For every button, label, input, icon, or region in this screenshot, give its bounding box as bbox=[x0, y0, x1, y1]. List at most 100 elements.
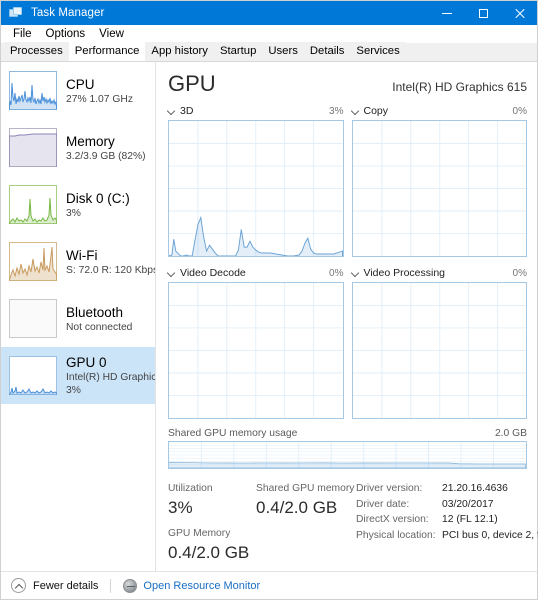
tab-startup[interactable]: Startup bbox=[213, 42, 263, 61]
directx-version-value: 12 (FL 12.1) bbox=[442, 514, 498, 525]
chevron-down-icon[interactable] bbox=[352, 107, 360, 115]
sidebar-item-bluetooth[interactable]: Bluetooth Not connected bbox=[1, 290, 155, 347]
graph-caption-copy[interactable]: Copy 0% bbox=[352, 104, 528, 118]
gpu-utilization: 3% bbox=[66, 385, 81, 396]
maximize-button[interactable] bbox=[465, 1, 501, 25]
driver-version-key: Driver version: bbox=[356, 483, 423, 494]
gpu-title: GPU 0 bbox=[66, 355, 107, 370]
tab-processes[interactable]: Processes bbox=[4, 42, 69, 61]
task-manager-icon bbox=[8, 5, 24, 21]
sidebar-item-wifi-text: Wi-Fi S: 72.0 R: 120 Kbps bbox=[66, 247, 155, 277]
content-area: CPU 27% 1.07 GHz Memory 3.2/3.9 GB (82%) bbox=[1, 62, 538, 571]
wifi-title: Wi-Fi bbox=[66, 247, 98, 263]
sidebar-item-disk-text: Disk 0 (C:) 3% bbox=[66, 190, 130, 220]
close-button[interactable] bbox=[501, 1, 537, 25]
graph-value-copy: 0% bbox=[512, 105, 527, 117]
graph-label-copy: Copy bbox=[363, 105, 389, 117]
directx-version-key: DirectX version: bbox=[356, 514, 429, 525]
chevron-down-icon[interactable] bbox=[352, 269, 360, 277]
tab-performance[interactable]: Performance bbox=[68, 42, 146, 61]
physical-location-value: PCI bus 0, device 2, functio... bbox=[442, 529, 538, 541]
graph-caption-3d[interactable]: 3D 3% bbox=[168, 104, 344, 118]
performance-sidebar: CPU 27% 1.07 GHz Memory 3.2/3.9 GB (82%) bbox=[1, 62, 156, 571]
tab-users[interactable]: Users bbox=[262, 42, 304, 61]
graph-value-3d: 3% bbox=[329, 105, 344, 117]
menu-options[interactable]: Options bbox=[39, 25, 93, 43]
graph-cell-video-processing: Video Processing 0% bbox=[351, 266, 528, 419]
utilization-label: Utilization bbox=[168, 483, 213, 494]
menu-bar: File Options View bbox=[1, 25, 537, 43]
graph-cell-3d: 3D 3% bbox=[168, 104, 344, 257]
gpu-memory-value: 0.4/2.0 GB bbox=[168, 543, 250, 562]
plot-3d bbox=[168, 120, 344, 257]
graph-value-video-decode: 0% bbox=[329, 267, 344, 279]
fewer-details-button[interactable]: Fewer details bbox=[11, 578, 98, 593]
disk-subtitle: 3% bbox=[66, 207, 81, 219]
wifi-subtitle: S: 72.0 R: 120 Kbps bbox=[66, 264, 155, 276]
driver-version-value: 21.20.16.4636 bbox=[442, 483, 508, 494]
sidebar-item-gpu[interactable]: GPU 0 Intel(R) HD Graphics 615 3% bbox=[1, 347, 155, 404]
open-resource-monitor-label: Open Resource Monitor bbox=[143, 579, 261, 592]
graph-value-video-processing: 0% bbox=[512, 267, 527, 279]
tab-services[interactable]: Services bbox=[350, 42, 406, 61]
sidebar-item-wifi[interactable]: Wi-Fi S: 72.0 R: 120 Kbps bbox=[1, 233, 155, 290]
panel-header: GPU Intel(R) HD Graphics 615 bbox=[168, 71, 527, 97]
open-resource-monitor-link[interactable]: Open Resource Monitor bbox=[123, 578, 261, 593]
bluetooth-title: Bluetooth bbox=[66, 304, 124, 320]
sidebar-item-memory-text: Memory 3.2/3.9 GB (82%) bbox=[66, 133, 146, 163]
tab-details[interactable]: Details bbox=[303, 42, 351, 61]
driver-date-key: Driver date: bbox=[356, 498, 410, 510]
chevron-down-icon[interactable] bbox=[168, 107, 176, 115]
plot-shared-memory bbox=[168, 441, 527, 469]
sidebar-item-disk[interactable]: Disk 0 (C:) 3% bbox=[1, 176, 155, 233]
shared-gpu-memory-label: Shared GPU memory bbox=[256, 483, 355, 494]
stats-column-left: Utilization 3% GPU Memory 0.4/2.0 GB bbox=[168, 481, 256, 571]
cpu-thumbnail-graph bbox=[9, 71, 57, 110]
utilization-value: 3% bbox=[168, 498, 193, 517]
sidebar-item-cpu[interactable]: CPU 27% 1.07 GHz bbox=[1, 62, 155, 119]
graph-label-video-decode: Video Decode bbox=[180, 267, 246, 279]
disk-title: Disk 0 (C:) bbox=[66, 190, 130, 206]
graph-cell-video-decode: Video Decode 0% bbox=[168, 266, 344, 419]
status-bar: Fewer details Open Resource Monitor bbox=[1, 571, 537, 599]
tab-app-history[interactable]: App history bbox=[145, 42, 214, 61]
sidebar-item-cpu-text: CPU 27% 1.07 GHz bbox=[66, 76, 133, 106]
engine-graphs: 3D 3% Copy 0% Video Decode 0% Video Proc… bbox=[168, 104, 527, 419]
chevron-down-icon[interactable] bbox=[168, 269, 176, 277]
menu-file[interactable]: File bbox=[6, 25, 39, 43]
page-title: GPU bbox=[168, 71, 216, 96]
stats-column-info: Driver version: 21.20.16.4636 Driver dat… bbox=[356, 481, 538, 571]
chevron-up-circle-icon bbox=[11, 578, 26, 593]
shared-memory-max: 2.0 GB bbox=[494, 428, 527, 439]
physical-location-key: Physical location: bbox=[356, 529, 436, 541]
footer-separator bbox=[110, 578, 112, 593]
info-row-driver-date: Driver date: 03/20/2017 bbox=[356, 497, 538, 513]
graph-label-video-processing: Video Processing bbox=[363, 267, 446, 279]
gpu-subtitle: Intel(R) HD Graphics 615 bbox=[66, 372, 155, 383]
disk-thumbnail-graph bbox=[9, 185, 57, 224]
graph-cell-copy: Copy 0% bbox=[351, 104, 528, 257]
plot-video-decode bbox=[168, 282, 344, 419]
plot-video-processing bbox=[351, 282, 527, 419]
graph-label-3d: 3D bbox=[180, 105, 194, 117]
info-row-physical-location: Physical location: PCI bus 0, device 2, … bbox=[356, 528, 538, 544]
resource-monitor-icon bbox=[123, 578, 138, 593]
driver-date-value: 03/20/2017 bbox=[442, 498, 494, 510]
sidebar-item-gpu-text: GPU 0 Intel(R) HD Graphics 615 3% bbox=[66, 354, 155, 397]
wifi-thumbnail-graph bbox=[9, 242, 57, 281]
sidebar-item-memory[interactable]: Memory 3.2/3.9 GB (82%) bbox=[1, 119, 155, 176]
shared-gpu-memory-value: 0.4/2.0 GB bbox=[256, 498, 338, 517]
stats-column-middle: Shared GPU memory 0.4/2.0 GB bbox=[256, 481, 356, 571]
graph-caption-video-processing[interactable]: Video Processing 0% bbox=[352, 266, 528, 280]
task-manager-window: Task Manager File Options View Processes… bbox=[0, 0, 538, 600]
info-row-directx-version: DirectX version: 12 (FL 12.1) bbox=[356, 512, 538, 528]
shared-memory-label: Shared GPU memory usage bbox=[168, 428, 298, 439]
menu-view[interactable]: View bbox=[92, 25, 131, 43]
cpu-subtitle: 27% 1.07 GHz bbox=[66, 93, 133, 105]
graph-caption-video-decode[interactable]: Video Decode 0% bbox=[168, 266, 344, 280]
window-controls bbox=[429, 1, 537, 25]
memory-thumbnail-graph bbox=[9, 128, 57, 167]
shared-memory-caption: Shared GPU memory usage 2.0 GB bbox=[168, 428, 527, 439]
minimize-button[interactable] bbox=[429, 1, 465, 25]
memory-subtitle: 3.2/3.9 GB (82%) bbox=[66, 150, 146, 162]
